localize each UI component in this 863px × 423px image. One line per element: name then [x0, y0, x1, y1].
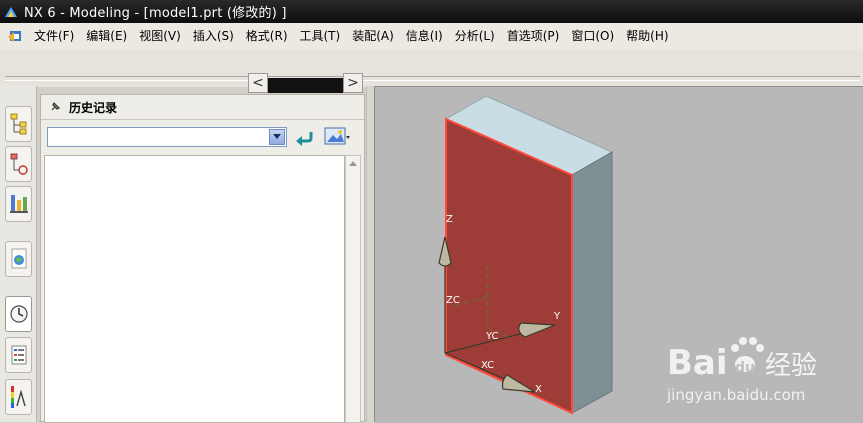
menu-help[interactable]: 帮助(H)	[620, 23, 674, 49]
web-browser-tab[interactable]	[5, 241, 32, 277]
back-button[interactable]	[293, 127, 315, 149]
axis-label-z: Z	[446, 214, 453, 225]
scroll-left-button[interactable]: <	[248, 73, 268, 93]
menu-format[interactable]: 格式(R)	[240, 23, 294, 49]
history-icon	[9, 305, 28, 323]
axis-label-zc: ZC	[446, 295, 460, 306]
watermark-brand-du: du	[735, 360, 755, 376]
system-materials-tab[interactable]	[5, 337, 32, 373]
assembly-navigator-icon	[10, 113, 26, 135]
app-menu-icon[interactable]	[8, 28, 24, 44]
menu-view[interactable]: 视图(V)	[133, 23, 187, 49]
history-panel-header: 历史记录	[41, 95, 364, 120]
system-materials-icon	[11, 345, 26, 365]
scroll-right-button[interactable]: >	[343, 73, 363, 93]
history-list-scrollbar[interactable]	[345, 155, 361, 423]
assembly-navigator-tab[interactable]	[5, 106, 32, 142]
window-title: NX 6 - Modeling - [model1.prt (修改的) ]	[24, 6, 287, 21]
pin-icon[interactable]	[49, 101, 61, 113]
process-studio-icon	[10, 386, 26, 408]
history-panel: 历史记录	[40, 94, 365, 423]
menu-edit[interactable]: 编辑(E)	[80, 23, 133, 49]
history-list[interactable]	[44, 155, 345, 423]
watermark-url: jingyan.baidu.com	[666, 386, 805, 404]
menu-bar: 文件(F) 编辑(E) 视图(V) 插入(S) 格式(R) 工具(T) 装配(A…	[0, 23, 863, 50]
toolbar-area	[0, 49, 863, 87]
history-filter-combo[interactable]	[47, 127, 287, 147]
menu-information[interactable]: 信息(I)	[400, 23, 449, 49]
menu-file[interactable]: 文件(F)	[28, 23, 80, 49]
menu-tools[interactable]: 工具(T)	[294, 23, 347, 49]
watermark-suffix: 经验	[765, 351, 817, 381]
axis-label-x: X	[535, 384, 542, 395]
axis-label-yc: YC	[485, 331, 499, 342]
view-options-button[interactable]	[324, 126, 360, 148]
part-navigator-icon	[9, 195, 28, 213]
title-bar: NX 6 - Modeling - [model1.prt (修改的) ]	[0, 0, 863, 23]
axis-label-xc: XC	[481, 360, 494, 371]
web-browser-icon	[11, 248, 26, 269]
combo-dropdown-button[interactable]	[269, 129, 285, 145]
scroll-thumb[interactable]	[268, 78, 343, 93]
toolbar-groove	[5, 76, 860, 81]
image-view-icon	[324, 127, 350, 145]
block-side-face[interactable]	[571, 151, 613, 414]
menu-assembly[interactable]: 装配(A)	[346, 23, 400, 49]
constraint-navigator-tab[interactable]	[5, 146, 32, 182]
axis-label-y: Y	[553, 311, 561, 322]
return-arrow-icon	[296, 132, 313, 146]
menu-window[interactable]: 窗口(O)	[565, 23, 620, 49]
resource-bar	[0, 86, 37, 422]
chevron-up-icon	[349, 160, 357, 166]
scroll-up-arrow[interactable]	[346, 156, 360, 170]
nx-logo-icon	[5, 6, 17, 17]
menu-insert[interactable]: 插入(S)	[187, 23, 240, 49]
process-studio-tab[interactable]	[5, 379, 32, 415]
chevron-down-icon	[273, 134, 281, 139]
menu-preferences[interactable]: 首选项(P)	[501, 23, 566, 49]
history-panel-title: 历史记录	[69, 100, 118, 115]
baidu-jingyan-watermark: Bai du 经验 jingyan.baidu.com	[666, 337, 817, 404]
watermark-brand: Bai	[667, 343, 728, 383]
part-navigator-tab[interactable]	[5, 186, 32, 222]
menu-analysis[interactable]: 分析(L)	[449, 23, 501, 49]
panel-splitter[interactable]	[366, 86, 375, 422]
history-tab[interactable]	[5, 296, 32, 332]
constraint-navigator-icon	[10, 153, 28, 175]
